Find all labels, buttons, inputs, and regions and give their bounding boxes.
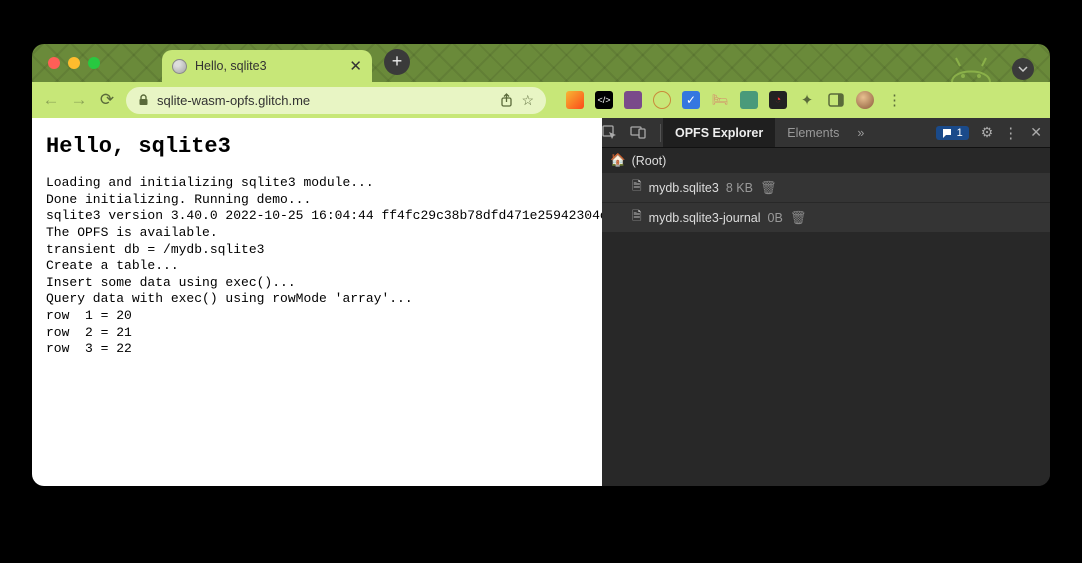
chevron-down-icon[interactable] bbox=[1012, 58, 1034, 80]
extension-icon[interactable]: ✓ bbox=[682, 91, 700, 109]
extension-icon[interactable]: ◔ bbox=[769, 91, 787, 109]
content-area: Hello, sqlite3 Loading and initializing … bbox=[32, 118, 1050, 486]
window-controls bbox=[48, 57, 100, 69]
gear-icon[interactable]: ⚙ bbox=[975, 124, 1000, 141]
log-line: row 3 = 22 bbox=[46, 341, 588, 358]
tab-title: Hello, sqlite3 bbox=[195, 59, 341, 73]
trash-icon[interactable]: 🗑 bbox=[790, 210, 807, 226]
root-label: (Root) bbox=[632, 154, 667, 168]
address-bar[interactable]: sqlite-wasm-opfs.glitch.me ☆ bbox=[126, 87, 546, 114]
browser-window: Hello, sqlite3 ✕ + ← → ⟳ sqlite bbox=[32, 44, 1050, 486]
side-panel-icon[interactable] bbox=[827, 91, 845, 109]
share-icon[interactable] bbox=[500, 93, 513, 107]
android-icon bbox=[948, 56, 994, 82]
file-name: mydb.sqlite3-journal bbox=[649, 211, 761, 225]
extension-icon[interactable] bbox=[566, 91, 584, 109]
page-heading: Hello, sqlite3 bbox=[46, 134, 588, 159]
webpage-viewport: Hello, sqlite3 Loading and initializing … bbox=[32, 118, 602, 486]
fs-file-row[interactable]: 🗎 mydb.sqlite3 8 KB 🗑 bbox=[602, 173, 1050, 202]
reload-button[interactable]: ⟳ bbox=[98, 90, 116, 110]
tab-elements[interactable]: Elements bbox=[775, 118, 851, 147]
globe-icon bbox=[172, 59, 187, 74]
issues-badge[interactable]: 1 bbox=[936, 126, 969, 140]
devtools-panel: OPFS Explorer Elements » 1 ⚙ ⋮ ✕ 🏠 (Root… bbox=[602, 118, 1050, 486]
close-window-button[interactable] bbox=[48, 57, 60, 69]
forward-button[interactable]: → bbox=[70, 90, 88, 110]
tab-close-button[interactable]: ✕ bbox=[349, 57, 362, 75]
browser-tab[interactable]: Hello, sqlite3 ✕ bbox=[162, 50, 372, 82]
file-icon: 🗎 bbox=[632, 177, 642, 198]
log-line: row 1 = 20 bbox=[46, 308, 588, 325]
file-icon: 🗎 bbox=[632, 207, 642, 228]
log-line: Loading and initializing sqlite3 module.… bbox=[46, 175, 588, 192]
file-name: mydb.sqlite3 bbox=[649, 181, 719, 195]
opfs-tree: 🏠 (Root) 🗎 mydb.sqlite3 8 KB 🗑 🗎 mydb.sqlite3… bbox=[602, 148, 1050, 486]
profile-avatar[interactable] bbox=[856, 91, 874, 109]
log-line: row 2 = 21 bbox=[46, 325, 588, 342]
new-tab-button[interactable]: + bbox=[384, 49, 410, 75]
log-line: Insert some data using exec()... bbox=[46, 275, 588, 292]
toolbar: ← → ⟳ sqlite-wasm-opfs.glitch.me ☆ </> ✓… bbox=[32, 82, 1050, 118]
fs-root-row[interactable]: 🏠 (Root) bbox=[602, 148, 1050, 173]
extension-icon[interactable]: </> bbox=[595, 91, 613, 109]
chrome-menu-button[interactable]: ⋮ bbox=[885, 91, 904, 109]
devtools-menu-icon[interactable]: ⋮ bbox=[999, 124, 1022, 142]
back-button[interactable]: ← bbox=[42, 90, 60, 110]
url-text: sqlite-wasm-opfs.glitch.me bbox=[157, 93, 492, 108]
file-size: 0B bbox=[768, 211, 783, 225]
log-line: The OPFS is available. bbox=[46, 225, 588, 242]
inspect-element-icon[interactable] bbox=[602, 125, 630, 140]
trash-icon[interactable]: 🗑 bbox=[760, 180, 777, 196]
log-line: sqlite3 version 3.40.0 2022-10-25 16:04:… bbox=[46, 208, 588, 225]
file-size: 8 KB bbox=[726, 181, 753, 195]
lock-icon bbox=[138, 94, 149, 106]
extensions-puzzle-icon[interactable]: ✦ bbox=[798, 91, 816, 109]
more-tabs-icon[interactable]: » bbox=[851, 126, 870, 140]
tab-strip: Hello, sqlite3 ✕ + bbox=[32, 44, 1050, 82]
extensions-row: </> ✓ 🛏 ◔ ✦ ⋮ bbox=[566, 91, 904, 109]
log-line: Create a table... bbox=[46, 258, 588, 275]
bookmark-star-icon[interactable]: ☆ bbox=[521, 92, 534, 109]
extension-icon[interactable] bbox=[653, 91, 671, 109]
extension-icon[interactable] bbox=[624, 91, 642, 109]
log-line: Query data with exec() using rowMode 'ar… bbox=[46, 291, 588, 308]
home-icon: 🏠 bbox=[610, 153, 626, 168]
maximize-window-button[interactable] bbox=[88, 57, 100, 69]
log-line: Done initializing. Running demo... bbox=[46, 192, 588, 209]
extension-icon[interactable]: 🛏 bbox=[711, 91, 729, 109]
extension-icon[interactable] bbox=[740, 91, 758, 109]
log-line: transient db = /mydb.sqlite3 bbox=[46, 242, 588, 259]
devtools-tabbar: OPFS Explorer Elements » 1 ⚙ ⋮ ✕ bbox=[602, 118, 1050, 148]
fs-file-row[interactable]: 🗎 mydb.sqlite3-journal 0B 🗑 bbox=[602, 203, 1050, 232]
minimize-window-button[interactable] bbox=[68, 57, 80, 69]
device-toolbar-icon[interactable] bbox=[630, 126, 658, 139]
devtools-close-icon[interactable]: ✕ bbox=[1022, 124, 1050, 141]
tab-opfs-explorer[interactable]: OPFS Explorer bbox=[663, 118, 775, 147]
